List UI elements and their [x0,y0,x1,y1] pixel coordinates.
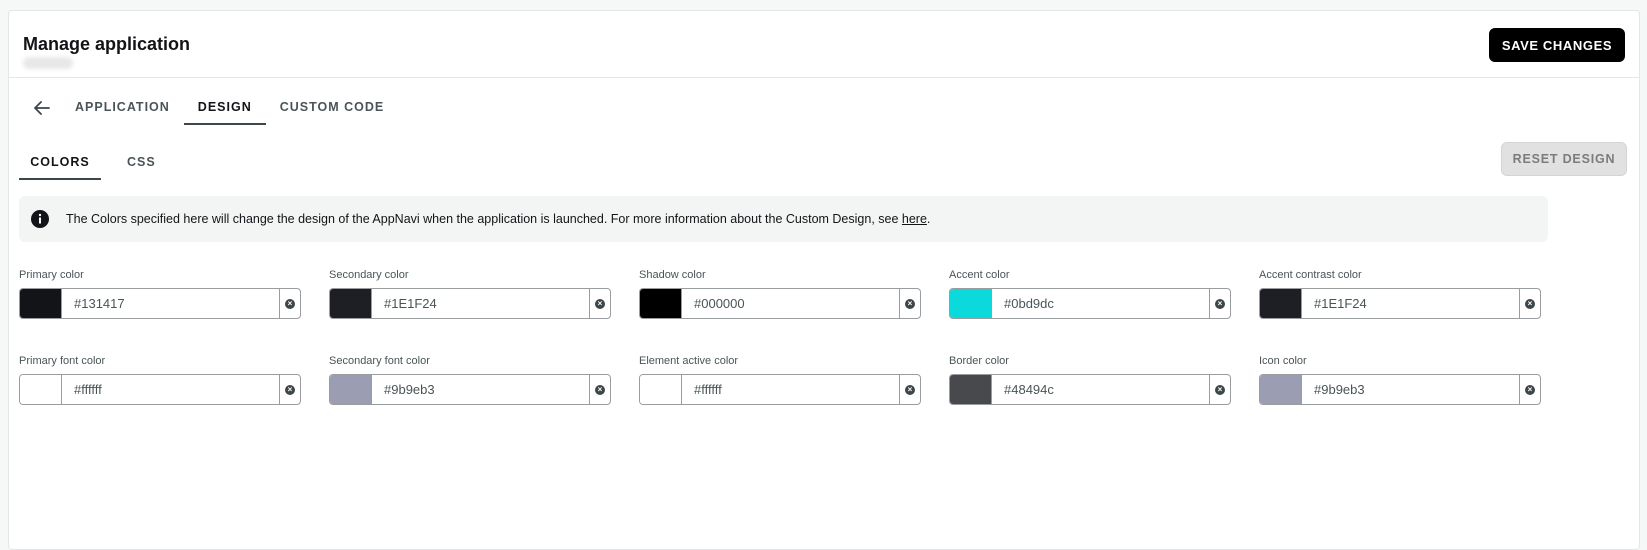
info-text: The Colors specified here will change th… [66,212,931,226]
clear-icon[interactable]: × [900,375,920,404]
main-tabs: APPLICATION DESIGN CUSTOM CODE [23,91,398,125]
color-hex-input[interactable] [682,289,900,318]
subtab-colors[interactable]: COLORS [19,146,101,180]
color-swatch[interactable] [330,375,372,404]
app-name-blurred [23,57,73,69]
clear-icon[interactable]: × [900,289,920,318]
field-label: Shadow color [639,269,706,281]
field-label: Accent color [949,269,1010,281]
field-label: Icon color [1259,355,1307,367]
field-label: Element active color [639,355,739,367]
field-label: Secondary font color [329,355,430,367]
color-hex-input[interactable] [372,289,590,318]
color-hex-input[interactable] [682,375,900,404]
field-accent-color: Accent color × [949,269,1231,319]
info-here-link[interactable]: here [902,212,927,226]
field-shadow-color: Shadow color × [639,269,921,319]
color-swatch[interactable] [20,289,62,318]
clear-icon[interactable]: × [280,289,300,318]
save-changes-button[interactable]: SAVE CHANGES [1489,28,1625,62]
clear-icon[interactable]: × [1520,375,1540,404]
color-hex-input[interactable] [992,375,1210,404]
field-label: Border color [949,355,1009,367]
clear-icon[interactable]: × [590,375,610,404]
clear-icon[interactable]: × [280,375,300,404]
color-swatch[interactable] [950,289,992,318]
color-swatch[interactable] [1260,289,1302,318]
page-title: Manage application [23,34,191,54]
color-swatch[interactable] [20,375,62,404]
color-swatch[interactable] [330,289,372,318]
tab-custom-code[interactable]: CUSTOM CODE [266,91,399,125]
field-secondary-font-color: Secondary font color × [329,355,611,405]
color-hex-input[interactable] [1302,375,1520,404]
reset-design-button[interactable]: RESET DESIGN [1501,142,1627,176]
color-hex-input[interactable] [62,375,280,404]
clear-icon[interactable]: × [1210,289,1230,318]
tab-application[interactable]: APPLICATION [61,91,184,125]
tab-design[interactable]: DESIGN [183,91,266,125]
field-icon-color: Icon color × [1259,355,1541,405]
color-swatch[interactable] [640,289,682,318]
color-hex-input[interactable] [62,289,280,318]
color-hex-input[interactable] [992,289,1210,318]
info-icon [31,210,49,228]
subtab-css[interactable]: CSS [113,146,170,180]
field-primary-font-color: Primary font color × [19,355,301,405]
color-swatch[interactable] [950,375,992,404]
clear-icon[interactable]: × [1210,375,1230,404]
field-border-color: Border color × [949,355,1231,405]
field-label: Secondary color [329,269,409,281]
manage-application-card: Manage application SAVE CHANGES APPLICAT… [8,10,1640,550]
info-banner: The Colors specified here will change th… [19,196,1548,242]
clear-icon[interactable]: × [590,289,610,318]
page-header: Manage application SAVE CHANGES [9,11,1639,78]
field-element-active-color: Element active color × [639,355,921,405]
field-label: Primary color [19,269,84,281]
field-secondary-color: Secondary color × [329,269,611,319]
color-hex-input[interactable] [1302,289,1520,318]
design-subtabs: COLORS CSS [19,146,170,180]
field-label: Accent contrast color [1259,269,1362,281]
field-accent-contrast-color: Accent contrast color × [1259,269,1541,319]
field-label: Primary font color [19,355,106,367]
back-arrow-icon[interactable] [23,91,61,125]
color-swatch[interactable] [640,375,682,404]
color-hex-input[interactable] [372,375,590,404]
clear-icon[interactable]: × [1520,289,1540,318]
color-swatch[interactable] [1260,375,1302,404]
field-primary-color: Primary color × [19,269,301,319]
